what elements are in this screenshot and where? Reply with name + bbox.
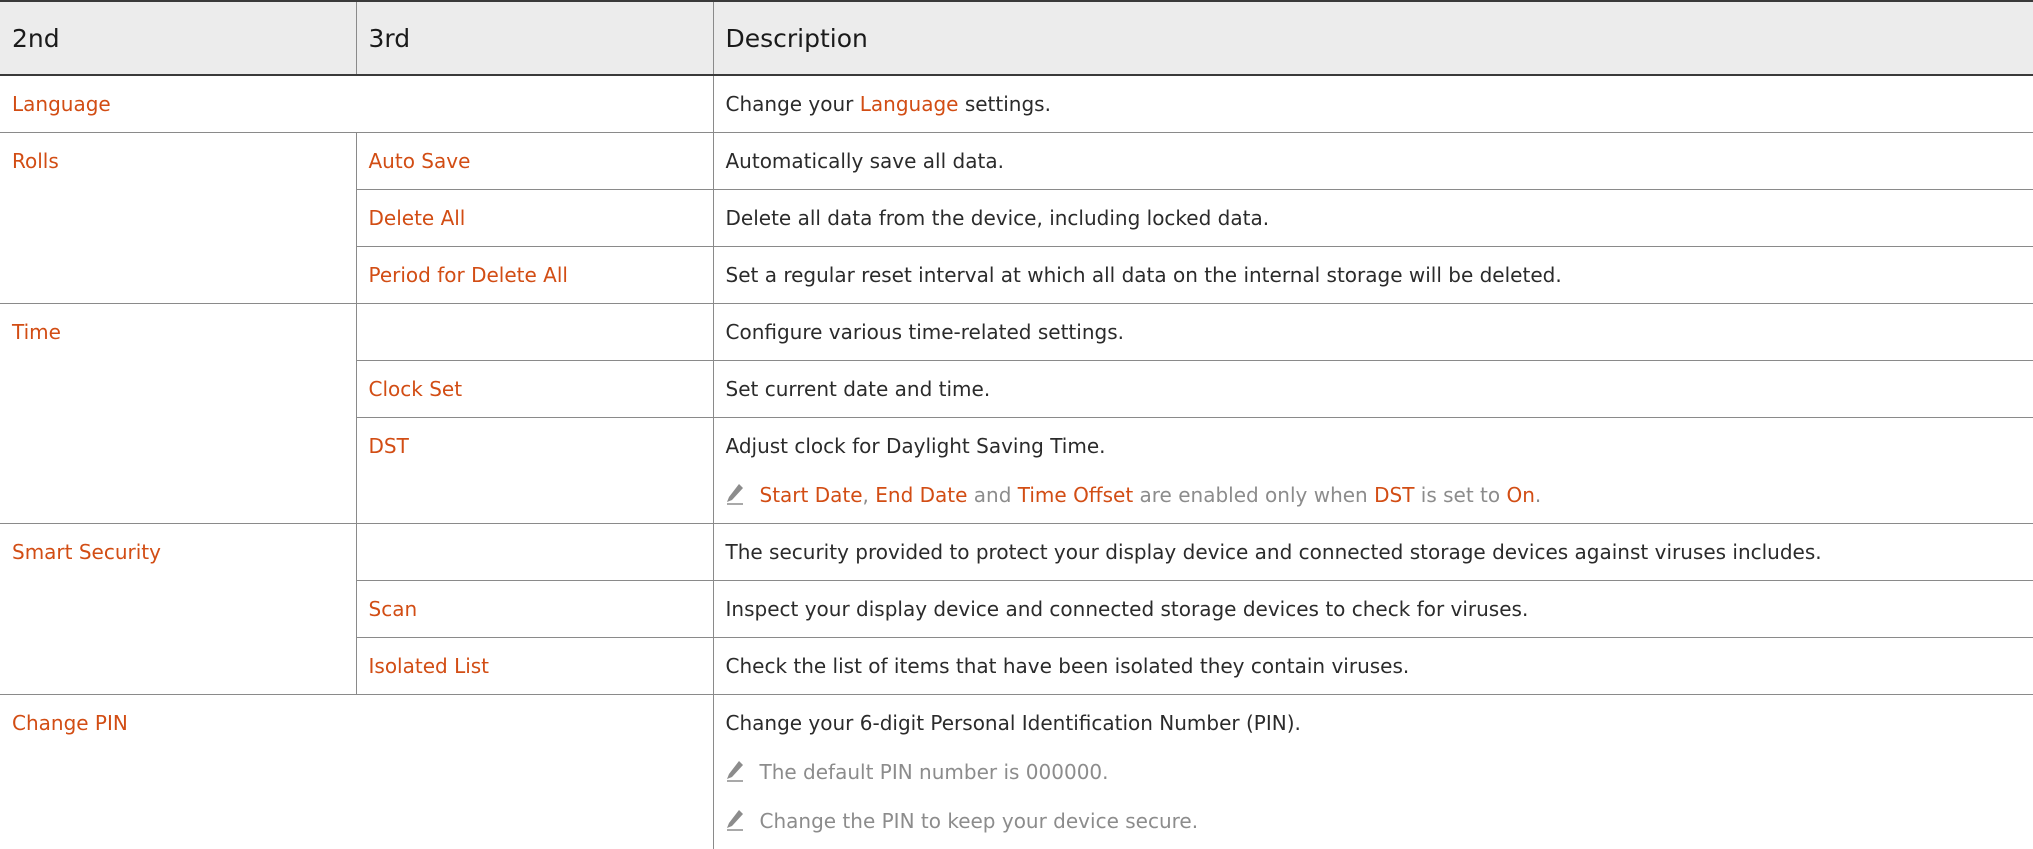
delete-all-desc: Delete all data from the device, includi…: [713, 190, 2033, 247]
period-label: Period for Delete All: [356, 247, 713, 304]
settings-table: 2nd 3rd Description Language Change your…: [0, 0, 2033, 849]
row-language: Language Change your Language settings.: [0, 75, 2033, 133]
change-pin-note-1: The default PIN number is 000000.: [726, 745, 2022, 800]
dst-label: DST: [356, 418, 713, 524]
row-auto-save: Rolls Auto Save Automatically save all d…: [0, 133, 2033, 190]
pencil-icon: [726, 760, 744, 782]
header-2nd: 2nd: [0, 1, 356, 75]
change-pin-label: Change PIN: [0, 695, 713, 849]
clock-set-label: Clock Set: [356, 361, 713, 418]
header-row: 2nd 3rd Description: [0, 1, 2033, 75]
isolated-list-desc: Check the list of items that have been i…: [713, 638, 2033, 695]
time-sub-empty: [356, 304, 713, 361]
smart-security-desc: The security provided to protect your di…: [713, 524, 2033, 581]
smart-security-label: Smart Security: [0, 524, 356, 695]
dst-note: Start Date, End Date and Time Offset are…: [726, 468, 2022, 523]
language-label: Language: [0, 75, 713, 133]
period-desc: Set a regular reset interval at which al…: [713, 247, 2033, 304]
scan-desc: Inspect your display device and connecte…: [713, 581, 2033, 638]
row-change-pin: Change PIN Change your 6-digit Personal …: [0, 695, 2033, 849]
header-3rd: 3rd: [356, 1, 713, 75]
time-desc: Configure various time-related settings.: [713, 304, 2033, 361]
change-pin-desc-text: Change your 6-digit Personal Identificat…: [726, 695, 2022, 751]
time-label: Time: [0, 304, 356, 524]
rolls-label: Rolls: [0, 133, 356, 304]
isolated-list-label: Isolated List: [356, 638, 713, 695]
pencil-icon: [726, 809, 744, 831]
auto-save-desc: Automatically save all data.: [713, 133, 2033, 190]
change-pin-desc: Change your 6-digit Personal Identificat…: [713, 695, 2033, 849]
header-description: Description: [713, 1, 2033, 75]
delete-all-label: Delete All: [356, 190, 713, 247]
clock-set-desc: Set current date and time.: [713, 361, 2033, 418]
row-smart-security: Smart Security The security provided to …: [0, 524, 2033, 581]
pencil-icon: [726, 483, 744, 505]
smart-security-sub-empty: [356, 524, 713, 581]
scan-label: Scan: [356, 581, 713, 638]
row-time: Time Configure various time-related sett…: [0, 304, 2033, 361]
dst-desc-text: Adjust clock for Daylight Saving Time.: [726, 418, 2022, 474]
language-desc: Change your Language settings.: [713, 75, 2033, 133]
change-pin-note-2: Change the PIN to keep your device secur…: [726, 794, 2022, 849]
dst-desc: Adjust clock for Daylight Saving Time. S…: [713, 418, 2033, 524]
auto-save-label: Auto Save: [356, 133, 713, 190]
